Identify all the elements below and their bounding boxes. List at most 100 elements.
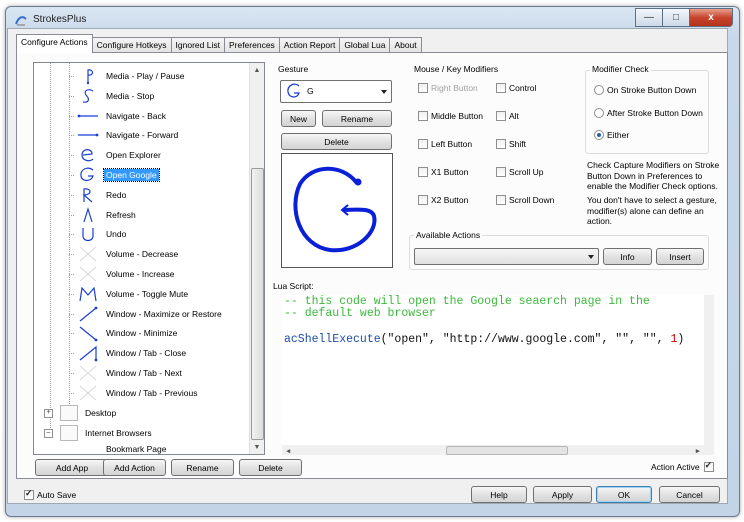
stroke-left-icon (77, 114, 98, 117)
checkbox-x1-button[interactable]: X1 Button (418, 166, 468, 178)
modifiers-label: Mouse / Key Modifiers (414, 64, 499, 74)
editor-hscroll-thumb[interactable] (446, 446, 568, 455)
add-action-button[interactable]: Add Action (103, 459, 166, 476)
radio-circle[interactable] (594, 85, 604, 95)
tree-item[interactable]: Window / Tab - Previous (69, 384, 200, 402)
tree-item[interactable]: Media - Play / Pause (69, 67, 186, 85)
scroll-left-icon[interactable]: ◀ (286, 446, 290, 458)
radio-either[interactable]: Either (594, 129, 629, 141)
tree-item[interactable]: Refresh (69, 206, 138, 224)
tree-item[interactable]: Window / Tab - Next (69, 364, 184, 382)
tree-item[interactable]: Undo (69, 225, 128, 243)
tree-item[interactable]: Volume - Toggle Mute (69, 285, 190, 303)
tab-action-report[interactable]: Action Report (278, 37, 341, 53)
radio-circle[interactable] (594, 108, 604, 118)
tree-item[interactable]: Navigate - Forward (69, 126, 180, 144)
delete-button[interactable]: Delete (239, 459, 302, 476)
checkbox-scroll-up[interactable]: Scroll Up (496, 166, 543, 178)
radio-on-stroke-button-down[interactable]: On Stroke Button Down (594, 84, 696, 96)
tree-item[interactable]: Window - Maximize or Restore (69, 305, 224, 323)
tree-item-label: Open Google (103, 168, 160, 182)
tree-folder-internet-browsers[interactable]: – Internet Browsers (44, 424, 154, 442)
checkbox-scroll-down[interactable]: Scroll Down (496, 194, 554, 206)
tab-global-lua[interactable]: Global Lua (339, 37, 391, 53)
checkbox-box[interactable] (418, 167, 428, 177)
checkbox-middle-button[interactable]: Middle Button (418, 110, 483, 122)
auto-save-checkbox[interactable]: Auto Save (24, 488, 76, 501)
checkbox-box[interactable] (418, 111, 428, 121)
checkbox-box[interactable] (496, 195, 506, 205)
info-button[interactable]: Info (603, 248, 652, 265)
scroll-right-icon[interactable]: ▶ (696, 446, 700, 458)
tree-guide-line (69, 194, 74, 196)
tree-item[interactable]: Window / Tab - Close (69, 344, 188, 362)
available-actions-select[interactable] (414, 248, 599, 265)
ok-button[interactable]: OK (596, 486, 652, 503)
tree-item-partial[interactable]: Bookmark Page (74, 444, 168, 454)
checkbox-box[interactable] (418, 83, 428, 93)
stroke-refresh-icon (83, 206, 93, 222)
checkbox-x2-button[interactable]: X2 Button (418, 194, 468, 206)
help-button[interactable]: Help (471, 486, 527, 503)
insert-button[interactable]: Insert (656, 248, 704, 265)
checkbox-alt[interactable]: Alt (496, 110, 519, 122)
checkbox-box[interactable] (24, 488, 34, 500)
tree-item[interactable]: Redo (69, 186, 128, 204)
scroll-down-icon[interactable]: ▼ (250, 440, 264, 454)
tree-item-label: Window / Tab - Next (106, 368, 182, 378)
close-button[interactable]: x (689, 8, 733, 27)
apply-button[interactable]: Apply (533, 486, 592, 503)
collapse-icon[interactable]: – (44, 428, 53, 438)
tree-item[interactable]: Open Explorer (69, 146, 163, 164)
checkbox-box[interactable] (418, 195, 428, 205)
lua-script-label: Lua Script: (273, 281, 314, 291)
minimize-button[interactable]: — (635, 8, 663, 27)
scroll-up-icon[interactable]: ▲ (250, 63, 264, 77)
checkbox-box[interactable] (496, 139, 506, 149)
radio-circle[interactable] (594, 130, 604, 140)
add-app-button[interactable]: Add App (35, 459, 109, 476)
tree-item[interactable]: Window - Minimize (69, 324, 179, 342)
checkbox-shift[interactable]: Shift (496, 138, 526, 150)
checkbox-label: Right Button (431, 83, 478, 93)
tree-guide-line (69, 234, 74, 236)
tree-item[interactable]: Navigate - Back (69, 107, 168, 125)
tab-preferences[interactable]: Preferences (223, 37, 280, 53)
tree-scrollbar[interactable]: ▲ ▼ (249, 63, 264, 454)
rename-button[interactable]: Rename (171, 459, 234, 476)
checkbox-left-button[interactable]: Left Button (418, 138, 472, 150)
stroke-g-icon (80, 167, 94, 182)
checkbox-box[interactable] (703, 460, 714, 472)
checkbox-box[interactable] (496, 83, 506, 93)
tab-configure-actions[interactable]: Configure Actions (16, 34, 93, 53)
gesture-select[interactable]: G (280, 80, 392, 103)
modifier-note-2: You don't have to select a gesture, modi… (587, 195, 717, 226)
tree-folder-desktop[interactable]: + Desktop (44, 404, 118, 422)
lua-script-editor[interactable]: -- this code will open the Google seaerc… (282, 295, 714, 458)
editor-vertical-scrollbar[interactable] (704, 295, 714, 445)
tab-configure-hotkeys[interactable]: Configure Hotkeys (91, 37, 172, 53)
editor-horizontal-scrollbar[interactable]: ◀ ▶ (282, 445, 714, 458)
tree-item[interactable]: Media - Stop (69, 87, 156, 105)
checkbox-box[interactable] (496, 111, 506, 121)
action-tree[interactable]: Media - Play / Pause Media - Stop Navigate… (33, 62, 265, 455)
cancel-button[interactable]: Cancel (659, 486, 720, 503)
new-gesture-button[interactable]: New (281, 110, 316, 127)
action-active-checkbox[interactable]: Action Active (651, 460, 717, 473)
radio-after-stroke-button-down[interactable]: After Stroke Button Down (594, 107, 703, 119)
checkbox-control[interactable]: Control (496, 82, 536, 94)
tree-item[interactable]: Volume - Decrease (69, 245, 180, 263)
delete-gesture-button[interactable]: Delete (281, 133, 392, 150)
scroll-thumb[interactable] (251, 168, 264, 440)
tree-item[interactable]: Open Google (69, 166, 160, 184)
checkbox-right-button[interactable]: Right Button (418, 82, 478, 94)
checkbox-box[interactable] (418, 139, 428, 149)
tree-item[interactable]: Volume - Increase (69, 265, 177, 283)
checkbox-box[interactable] (496, 167, 506, 177)
maximize-button[interactable]: □ (662, 8, 690, 27)
tab-ignored-list[interactable]: Ignored List (170, 37, 225, 53)
rename-gesture-button[interactable]: Rename (322, 110, 392, 127)
stroke-close-icon (79, 345, 98, 362)
tab-about[interactable]: About (389, 37, 422, 53)
expand-icon[interactable]: + (44, 408, 53, 418)
